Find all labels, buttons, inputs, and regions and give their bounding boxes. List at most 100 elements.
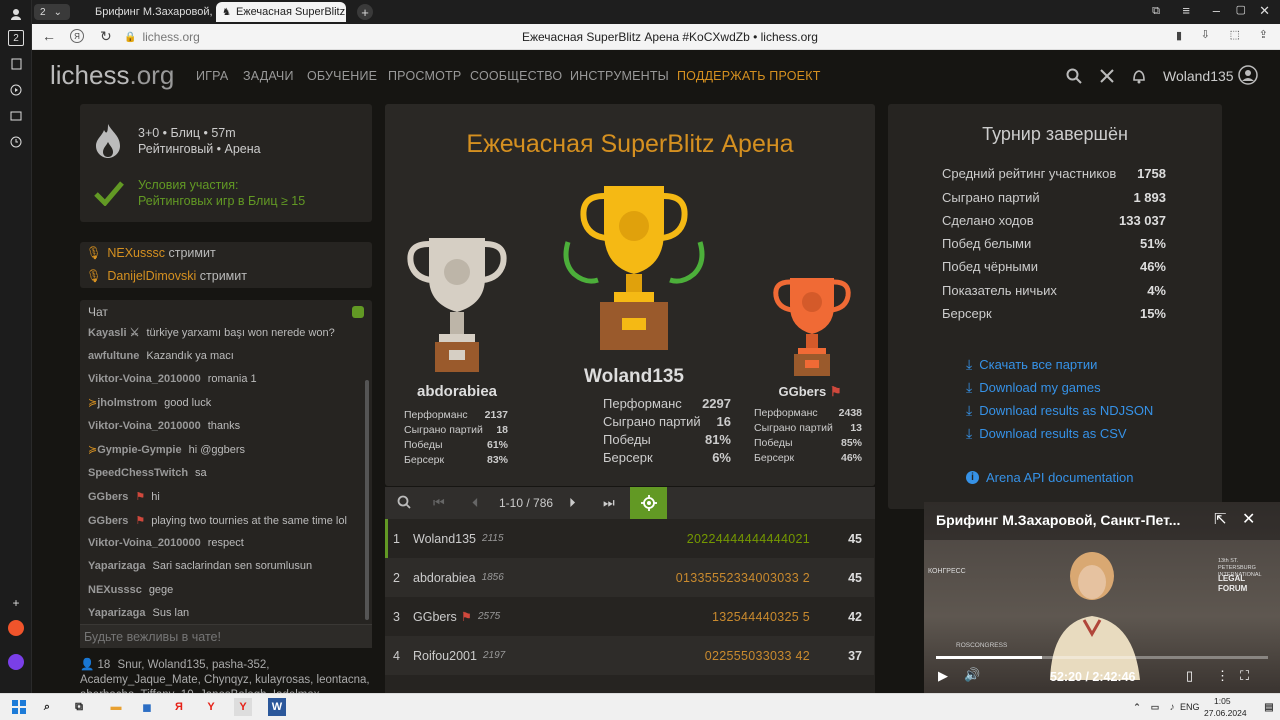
play-icon[interactable]: ▶ — [938, 668, 948, 684]
bookmark-icon[interactable]: ▮ — [1176, 29, 1182, 42]
video-progress-track[interactable] — [936, 656, 1268, 659]
play-icon[interactable] — [8, 82, 24, 98]
more-options-icon[interactable]: ⋮ — [1216, 668, 1229, 684]
user-menu-name[interactable]: Woland135 — [1163, 68, 1234, 84]
history-icon[interactable] — [8, 134, 24, 150]
collections-icon[interactable] — [8, 56, 24, 72]
word-icon[interactable]: W — [268, 698, 286, 716]
file-explorer-icon[interactable]: ▬ — [107, 698, 125, 716]
row-player[interactable]: GGbers — [413, 610, 457, 624]
chat-user[interactable]: GGbers — [88, 515, 128, 527]
window-restore-icon[interactable]: ⧉ — [1152, 5, 1160, 18]
chat-toggle-checkbox[interactable] — [352, 306, 364, 318]
chat-user[interactable]: Kayasli ⚔ — [88, 327, 139, 339]
menu-icon[interactable]: ≡ — [1182, 3, 1190, 18]
find-me-button[interactable] — [630, 487, 667, 519]
yandex-icon[interactable]: Я — [70, 29, 84, 43]
user-avatar-icon[interactable] — [1238, 65, 1258, 88]
notifications-bell-icon[interactable] — [1131, 68, 1147, 87]
chat-user[interactable]: awfultune — [88, 350, 139, 362]
chat-user[interactable]: NEXusssc — [88, 584, 142, 596]
prev-page-icon[interactable]: ⏴ — [472, 495, 479, 511]
first-page-icon[interactable]: ⏮ — [433, 495, 445, 511]
alice-icon[interactable] — [8, 654, 24, 670]
row-player[interactable]: Woland135 — [413, 532, 476, 546]
search-icon[interactable]: ⌕ — [38, 698, 56, 716]
chat-user[interactable]: Yaparizaga — [88, 560, 145, 572]
notification-center-icon[interactable]: ▤ — [1260, 698, 1278, 716]
first-place-name[interactable]: Woland135 — [560, 366, 708, 388]
chat-scrollbar[interactable] — [365, 380, 369, 620]
table-row[interactable]: 2 abdorabiea 1856 01335552334003033 2 45 — [385, 558, 874, 597]
close-window-icon[interactable]: ✕ — [1259, 3, 1270, 19]
tab-groups-button[interactable]: 2 ⌄ — [34, 4, 70, 20]
download-icon[interactable]: ⇩ — [1201, 28, 1210, 41]
challenge-swords-icon[interactable] — [1099, 68, 1115, 87]
fullscreen-icon[interactable]: ⛶ — [1240, 668, 1249, 684]
share-icon[interactable]: ⇪ — [1259, 28, 1268, 41]
search-icon[interactable] — [1066, 68, 1082, 87]
profile-icon[interactable] — [8, 6, 24, 22]
tab-lichess[interactable]: ♞ Ежечасная SuperBlitz А... — [216, 2, 346, 22]
minimize-icon[interactable]: – — [1213, 3, 1220, 18]
nav-play[interactable]: ИГРА — [196, 69, 228, 83]
nav-watch[interactable]: ПРОСМОТР — [388, 69, 461, 83]
tab-count-icon[interactable]: 2 — [8, 30, 24, 46]
chat-input[interactable] — [80, 624, 372, 648]
windows-start-icon[interactable] — [10, 698, 28, 716]
nav-learn[interactable]: ОБУЧЕНИЕ — [307, 69, 377, 83]
second-place-name[interactable]: abdorabiea — [403, 383, 511, 400]
download-my-games-link[interactable]: ⤓ Download my games — [966, 379, 1101, 396]
download-ndjson-link[interactable]: ⤓ Download results as NDJSON — [966, 402, 1153, 419]
table-row[interactable]: 1 Woland135 2115 20224444444444021 45 — [385, 519, 874, 558]
table-row[interactable]: 4 Roifou2001 2197 022555033033 42 37 — [385, 636, 874, 675]
chat-user[interactable]: jholmstrom — [97, 397, 157, 409]
chat-user[interactable]: Yaparizaga — [88, 607, 145, 619]
download-all-games-link[interactable]: ⤓ Скачать все партии — [966, 356, 1097, 373]
chat-user[interactable]: Gympie-Gympie — [97, 444, 181, 456]
maximize-icon[interactable]: ▢ — [1236, 3, 1246, 16]
tray-chevron-icon[interactable]: ⌃ — [1128, 698, 1146, 716]
notifications-app-icon[interactable] — [8, 620, 24, 636]
task-view-icon[interactable]: ⧉ — [70, 698, 88, 716]
add-icon[interactable]: + — [8, 595, 24, 611]
screenshot-icon[interactable] — [8, 108, 24, 124]
reload-icon[interactable]: ↻ — [100, 28, 112, 45]
search-icon[interactable] — [397, 495, 411, 512]
extensions-icon[interactable]: ⬚ — [1230, 28, 1240, 41]
yandex-browser-icon[interactable]: Я — [170, 698, 188, 716]
nav-puzzles[interactable]: ЗАДАЧИ — [243, 69, 294, 83]
speaker-icon[interactable]: ♪ — [1163, 698, 1181, 716]
row-player[interactable]: abdorabiea — [413, 571, 476, 585]
chat-user[interactable]: GGbers — [88, 491, 128, 503]
yandex-active-icon[interactable]: Y — [234, 698, 252, 716]
close-video-icon[interactable]: ✕ — [1242, 509, 1255, 529]
next-page-icon[interactable]: ⏵ — [569, 495, 576, 511]
language-indicator[interactable]: ENG — [1180, 702, 1200, 712]
streamer-item[interactable]: 🎙 DanijelDimovski стримит — [86, 269, 247, 284]
last-page-icon[interactable]: ⏭ — [603, 495, 615, 511]
api-docs-link[interactable]: i Arena API documentation — [966, 470, 1133, 485]
back-icon[interactable]: ← — [42, 28, 56, 44]
third-place-name[interactable]: GGbers ⚑ — [760, 384, 860, 400]
volume-icon[interactable]: 🔊 — [964, 667, 980, 683]
network-icon[interactable]: ▭ — [1146, 698, 1164, 716]
yandex-icon[interactable]: Y — [202, 698, 220, 716]
table-row[interactable]: 3 GGbers ⚑ 2575 132544440325 5 42 — [385, 597, 874, 636]
nav-tools[interactable]: ИНСТРУМЕНТЫ — [570, 69, 669, 83]
tab-video[interactable]: Брифинг М.Захаровой, ... — [84, 2, 212, 22]
row-player[interactable]: Roifou2001 — [413, 649, 477, 663]
nav-support[interactable]: ПОДДЕРЖАТЬ ПРОЕКТ — [677, 69, 821, 83]
exit-pip-icon[interactable]: ⇱ — [1214, 510, 1227, 528]
bookmark-video-icon[interactable]: ▯ — [1186, 668, 1193, 684]
site-logo[interactable]: lichess.org — [50, 60, 174, 91]
download-csv-link[interactable]: ⤓ Download results as CSV — [966, 425, 1127, 442]
chat-user[interactable]: SpeedChessTwitch — [88, 467, 188, 479]
chat-user[interactable]: Viktor-Voina_2010000 — [88, 373, 201, 385]
chat-user[interactable]: Viktor-Voina_2010000 — [88, 420, 201, 432]
chat-user[interactable]: Viktor-Voina_2010000 — [88, 537, 201, 549]
streamer-item[interactable]: 🎙 NEXusssc стримит — [86, 246, 216, 261]
url-field[interactable]: 🔒 lichess.org Ежечасная SuperBlitz Арена… — [124, 27, 1224, 47]
pip-video-player[interactable]: Брифинг М.Захаровой, Санкт-Пет... ⇱ ✕ КО… — [924, 502, 1280, 693]
store-icon[interactable]: ◼ — [138, 698, 156, 716]
